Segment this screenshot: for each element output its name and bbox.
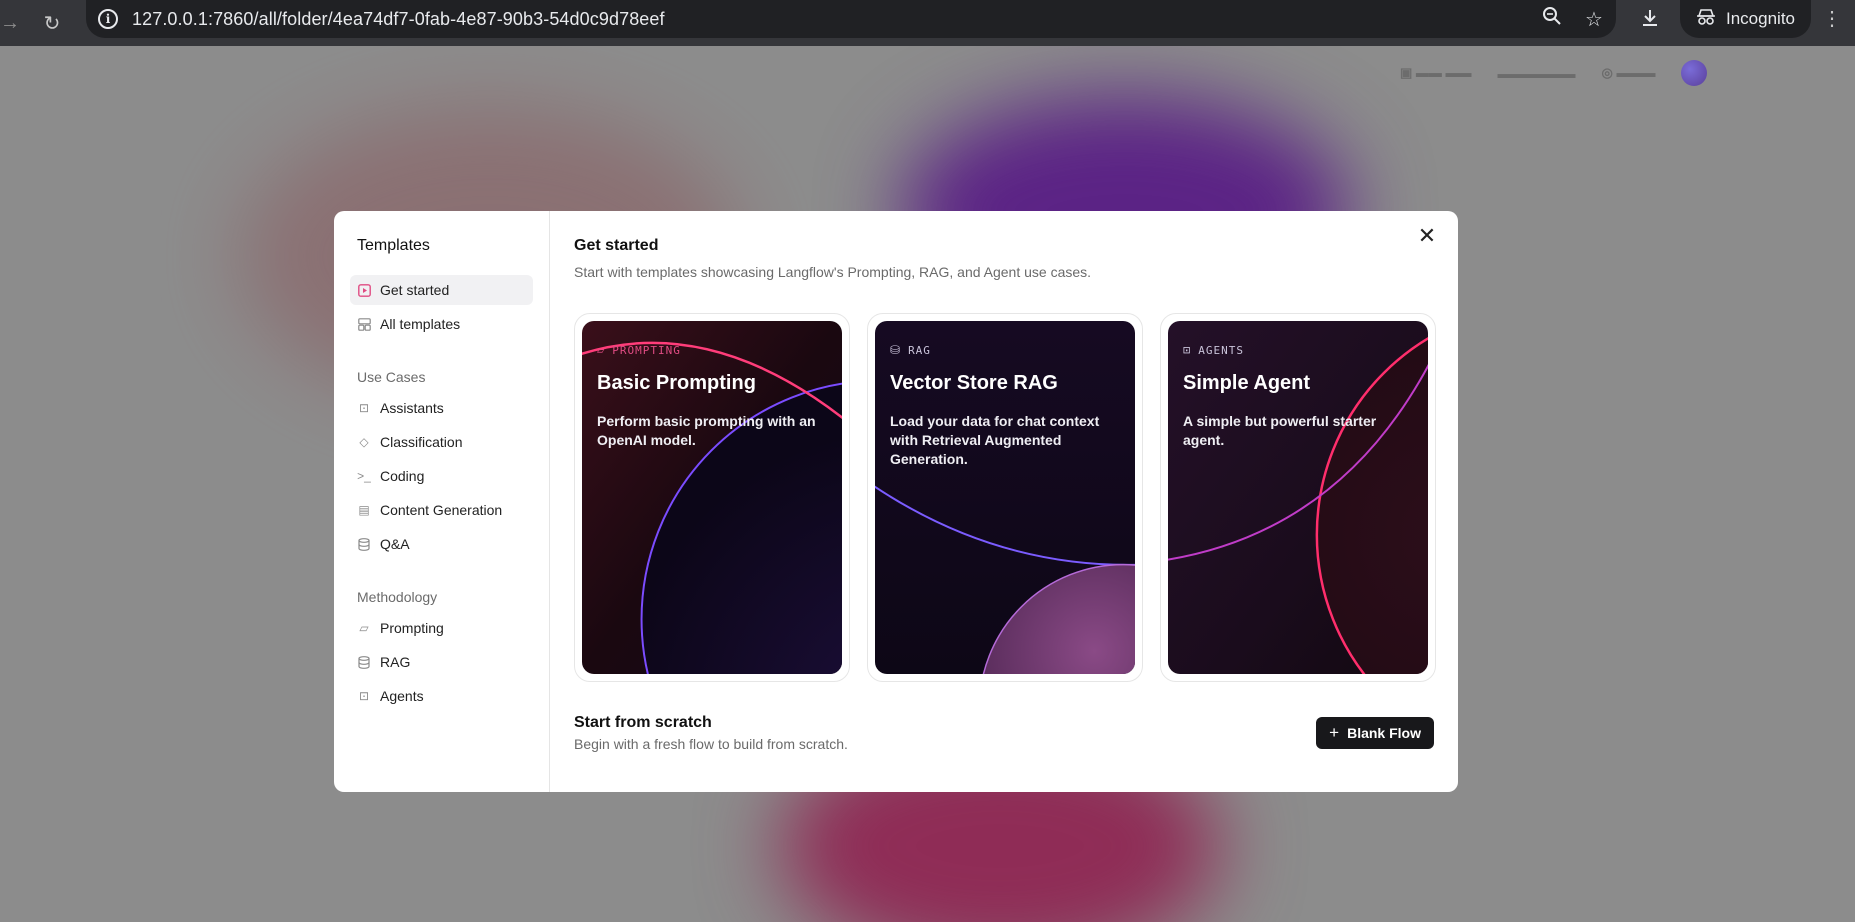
card-body[interactable]: ⊡ AGENTS Simple Agent A simple but power… <box>1168 321 1428 674</box>
sidebar-item-qa[interactable]: Q&A <box>350 529 533 559</box>
tags-icon: ◇ <box>359 435 369 449</box>
play-icon <box>357 283 371 297</box>
sidebar-item-label: Agents <box>380 688 424 704</box>
group-label-use-cases: Use Cases <box>357 369 426 385</box>
avatar <box>1681 60 1708 86</box>
bot-icon: ⊡ <box>358 401 370 415</box>
app-header: ▣ ▬▬ ▬▬ ▬▬▬▬▬▬ ◎ ▬▬▬ <box>1400 60 1708 86</box>
template-card-simple-agent[interactable]: ⊡ AGENTS Simple Agent A simple but power… <box>1160 313 1436 682</box>
download-icon[interactable] <box>1636 4 1664 32</box>
address-bar[interactable]: i 127.0.0.1:7860/all/folder/4ea74df7-0fa… <box>86 0 1616 38</box>
card-description: Load your data for chat context with Ret… <box>890 413 1100 467</box>
card-body[interactable]: ▱ PROMPTING Basic Prompting Perform basi… <box>582 321 842 674</box>
url-text[interactable]: 127.0.0.1:7860/all/folder/4ea74df7-0fab-… <box>132 9 665 30</box>
sidebar-title: Templates <box>357 237 430 254</box>
card-description: A simple but powerful starter agent. <box>1183 413 1377 448</box>
card-title: Vector Store RAG <box>890 372 1058 394</box>
plus-icon: + <box>1329 723 1340 742</box>
template-card-vector-store-rag[interactable]: ⛁ RAG Vector Store RAG Load your data fo… <box>867 313 1143 682</box>
grid-icon <box>357 317 371 331</box>
card-body[interactable]: ⛁ RAG Vector Store RAG Load your data fo… <box>875 321 1135 674</box>
sidebar-item-label: Assistants <box>380 400 444 416</box>
header-blurred-item: ▬▬▬▬▬▬ <box>1497 65 1576 81</box>
header-blurred-item: ◎ ▬▬▬ <box>1601 65 1656 80</box>
messages-icon: ▱ <box>359 621 369 635</box>
start-from-scratch: Start from scratch Begin with a fresh fl… <box>574 714 848 752</box>
card-title: Simple Agent <box>1183 372 1311 394</box>
sidebar-item-prompting[interactable]: ▱ Prompting <box>350 613 533 643</box>
sidebar-item-label: Q&A <box>380 536 410 552</box>
incognito-badge[interactable]: Incognito <box>1680 0 1811 38</box>
header-blurred-item: ▣ ▬▬ ▬▬ <box>1400 65 1472 80</box>
group-label-methodology: Methodology <box>357 589 438 605</box>
template-card-basic-prompting[interactable]: ▱ PROMPTING Basic Prompting Perform basi… <box>574 313 850 682</box>
blank-flow-button[interactable]: + Blank Flow <box>1316 717 1434 749</box>
sidebar-item-label: RAG <box>380 654 411 670</box>
back-icon[interactable]: → <box>0 9 24 37</box>
card-tag-label: RAG <box>908 343 931 357</box>
scratch-subtitle: Begin with a fresh flow to build from sc… <box>574 736 848 752</box>
browser-toolbar: → ↻ i 127.0.0.1:7860/all/folder/4ea74df7… <box>0 0 1855 46</box>
newspaper-icon: ▤ <box>358 503 370 517</box>
incognito-label: Incognito <box>1726 9 1795 28</box>
sidebar-item-label: Get started <box>380 282 450 298</box>
sidebar-item-coding[interactable]: >_ Coding <box>350 461 533 491</box>
card-tag: ⊡ AGENTS <box>1183 343 1413 357</box>
zoom-icon[interactable] <box>1540 6 1564 32</box>
templates-sidebar: Templates Get started All templates Use … <box>334 211 550 792</box>
info-icon[interactable]: i <box>98 9 118 29</box>
sidebar-item-all-templates[interactable]: All templates <box>350 309 533 339</box>
templates-modal: Templates Get started All templates Use … <box>334 211 1458 792</box>
sidebar-item-label: Prompting <box>380 620 444 636</box>
database-icon: ⛁ <box>890 343 902 357</box>
card-title: Basic Prompting <box>597 372 756 394</box>
sidebar-item-rag[interactable]: RAG <box>350 647 533 677</box>
messages-icon: ▱ <box>597 343 606 357</box>
templates-main: Get started Start with templates showcas… <box>550 211 1458 792</box>
page-subtitle: Start with templates showcasing Langflow… <box>574 264 1092 280</box>
template-cards: ▱ PROMPTING Basic Prompting Perform basi… <box>574 313 1436 682</box>
menu-icon[interactable]: ⋮ <box>1818 4 1846 32</box>
scratch-title: Start from scratch <box>574 714 712 731</box>
blank-flow-label: Blank Flow <box>1347 725 1421 741</box>
incognito-icon <box>1696 8 1716 31</box>
card-tag-label: PROMPTING <box>612 343 681 357</box>
reload-icon[interactable]: ↻ <box>38 9 66 37</box>
sidebar-item-label: Coding <box>380 468 425 484</box>
database-icon <box>357 655 371 669</box>
sidebar-item-label: Classification <box>380 434 463 450</box>
card-tag: ▱ PROMPTING <box>597 343 827 357</box>
sidebar-item-label: Content Generation <box>380 502 503 518</box>
card-description: Perform basic prompting with an OpenAI m… <box>597 413 816 448</box>
sidebar-item-get-started[interactable]: Get started <box>350 275 533 305</box>
sidebar-item-classification[interactable]: ◇ Classification <box>350 427 533 457</box>
sidebar-item-assistants[interactable]: ⊡ Assistants <box>350 393 533 423</box>
sidebar-item-label: All templates <box>380 316 461 332</box>
star-icon[interactable]: ☆ <box>1582 7 1606 32</box>
card-tag: ⛁ RAG <box>890 343 1120 357</box>
sidebar-item-agents[interactable]: ⊡ Agents <box>350 681 533 711</box>
card-tag-label: AGENTS <box>1198 343 1244 357</box>
bot-icon: ⊡ <box>1183 343 1192 357</box>
bot-icon: ⊡ <box>358 689 370 703</box>
terminal-icon: >_ <box>357 469 371 483</box>
database-icon <box>357 537 371 551</box>
close-icon[interactable]: ✕ <box>1416 225 1438 247</box>
page-title: Get started <box>574 237 659 254</box>
sidebar-item-content-generation[interactable]: ▤ Content Generation <box>350 495 533 525</box>
